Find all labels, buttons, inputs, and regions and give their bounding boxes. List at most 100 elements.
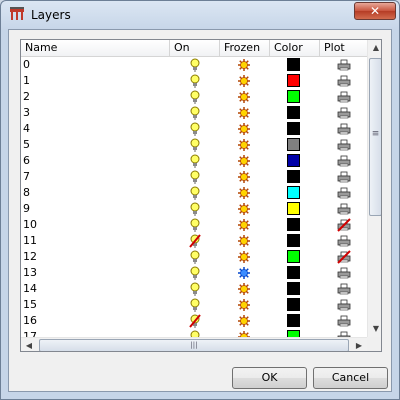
sun-icon[interactable] [237, 57, 251, 73]
table-row[interactable]: 8 [21, 185, 367, 201]
cancel-button[interactable]: Cancel [313, 367, 388, 389]
lightbulb-icon[interactable] [188, 105, 202, 121]
color-swatch[interactable] [287, 186, 300, 199]
color-swatch[interactable] [287, 90, 300, 103]
printer-disabled-icon[interactable] [337, 217, 351, 233]
close-button[interactable]: ✕ [354, 2, 396, 20]
printer-icon[interactable] [337, 57, 351, 73]
table-row[interactable]: 0 [21, 57, 367, 73]
printer-icon[interactable] [337, 89, 351, 105]
title-bar[interactable]: Layers ✕ [1, 1, 399, 29]
table-row[interactable]: 14 [21, 281, 367, 297]
lightbulb-icon[interactable] [188, 153, 202, 169]
lightbulb-icon[interactable] [188, 89, 202, 105]
sun-icon[interactable] [237, 153, 251, 169]
color-swatch[interactable] [287, 202, 300, 215]
lightbulb-off-icon[interactable] [188, 313, 202, 329]
sun-icon[interactable] [237, 233, 251, 249]
sun-icon[interactable] [237, 217, 251, 233]
lightbulb-icon[interactable] [188, 265, 202, 281]
ok-button[interactable]: OK [232, 367, 307, 389]
horizontal-scroll-thumb[interactable]: ||| [39, 339, 349, 351]
table-row[interactable]: 5 [21, 137, 367, 153]
table-row[interactable]: 16 [21, 313, 367, 329]
color-swatch[interactable] [287, 234, 300, 247]
table-row[interactable]: 7 [21, 169, 367, 185]
sun-icon[interactable] [237, 313, 251, 329]
color-swatch[interactable] [287, 218, 300, 231]
scroll-down-icon[interactable]: ▼ [368, 321, 381, 337]
table-row[interactable]: 13 [21, 265, 367, 281]
sun-icon[interactable] [237, 137, 251, 153]
lightbulb-icon[interactable] [188, 73, 202, 89]
lightbulb-icon[interactable] [188, 297, 202, 313]
sun-icon[interactable] [237, 121, 251, 137]
lightbulb-off-icon[interactable] [188, 233, 202, 249]
table-row[interactable]: 4 [21, 121, 367, 137]
vertical-scroll-thumb[interactable]: ≡ [369, 58, 381, 216]
column-header-plot[interactable]: Plot [320, 40, 367, 56]
sun-icon[interactable] [237, 73, 251, 89]
color-swatch[interactable] [287, 154, 300, 167]
printer-icon[interactable] [337, 281, 351, 297]
column-header-color[interactable]: Color [270, 40, 320, 56]
table-row[interactable]: 6 [21, 153, 367, 169]
sun-icon[interactable] [237, 105, 251, 121]
table-row[interactable]: 9 [21, 201, 367, 217]
printer-disabled-icon[interactable] [337, 249, 351, 265]
printer-icon[interactable] [337, 313, 351, 329]
snowflake-icon[interactable] [237, 265, 251, 281]
color-swatch[interactable] [287, 282, 300, 295]
printer-icon[interactable] [337, 169, 351, 185]
table-row[interactable]: 11 [21, 233, 367, 249]
printer-icon[interactable] [337, 185, 351, 201]
color-swatch[interactable] [287, 138, 300, 151]
color-swatch[interactable] [287, 170, 300, 183]
lightbulb-icon[interactable] [188, 169, 202, 185]
color-swatch[interactable] [287, 58, 300, 71]
printer-icon[interactable] [337, 153, 351, 169]
scroll-left-icon[interactable]: ◀ [21, 338, 37, 351]
sun-icon[interactable] [237, 169, 251, 185]
printer-icon[interactable] [337, 121, 351, 137]
sun-icon[interactable] [237, 249, 251, 265]
color-swatch[interactable] [287, 314, 300, 327]
table-row[interactable]: 1 [21, 73, 367, 89]
horizontal-scrollbar[interactable]: ◀ ||| ▶ [21, 337, 367, 351]
sun-icon[interactable] [237, 201, 251, 217]
table-row[interactable]: 2 [21, 89, 367, 105]
lightbulb-icon[interactable] [188, 121, 202, 137]
sun-icon[interactable] [237, 89, 251, 105]
table-row[interactable]: 10 [21, 217, 367, 233]
sun-icon[interactable] [237, 297, 251, 313]
printer-icon[interactable] [337, 73, 351, 89]
printer-icon[interactable] [337, 137, 351, 153]
table-row[interactable]: 15 [21, 297, 367, 313]
vertical-scrollbar[interactable]: ▲ ≡ ▼ [367, 40, 381, 337]
color-swatch[interactable] [287, 74, 300, 87]
printer-icon[interactable] [337, 201, 351, 217]
lightbulb-icon[interactable] [188, 137, 202, 153]
column-header-on[interactable]: On [170, 40, 220, 56]
printer-icon[interactable] [337, 105, 351, 121]
color-swatch[interactable] [287, 122, 300, 135]
table-row[interactable]: 12 [21, 249, 367, 265]
color-swatch[interactable] [287, 266, 300, 279]
printer-icon[interactable] [337, 265, 351, 281]
sun-icon[interactable] [237, 185, 251, 201]
column-header-name[interactable]: Name [21, 40, 170, 56]
color-swatch[interactable] [287, 298, 300, 311]
table-row[interactable]: 3 [21, 105, 367, 121]
lightbulb-icon[interactable] [188, 57, 202, 73]
lightbulb-icon[interactable] [188, 217, 202, 233]
scroll-right-icon[interactable]: ▶ [351, 338, 367, 351]
color-swatch[interactable] [287, 106, 300, 119]
lightbulb-icon[interactable] [188, 201, 202, 217]
lightbulb-icon[interactable] [188, 249, 202, 265]
column-header-frozen[interactable]: Frozen [220, 40, 270, 56]
layer-list[interactable]: Name On Frozen Color Plot 0 1 2 3 4 5 6 7 8 9 10 11… [20, 39, 382, 352]
lightbulb-icon[interactable] [188, 185, 202, 201]
scroll-up-icon[interactable]: ▲ [368, 40, 381, 56]
lightbulb-icon[interactable] [188, 281, 202, 297]
sun-icon[interactable] [237, 281, 251, 297]
